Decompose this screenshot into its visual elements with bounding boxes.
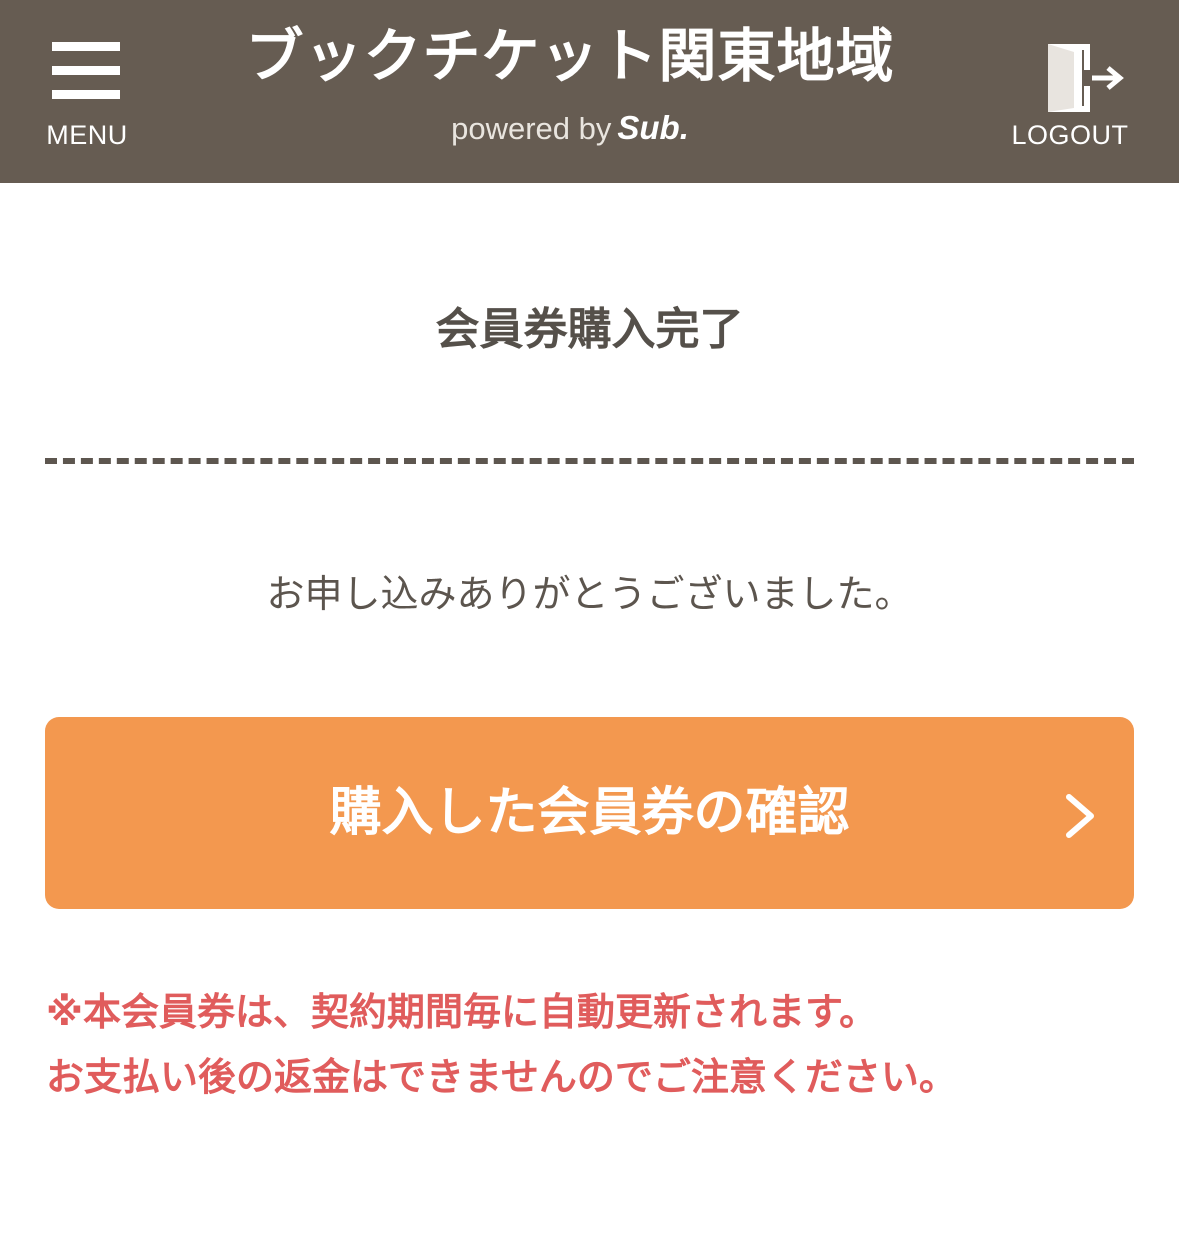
notice-line-renewal: ※本会員券は、契約期間毎に自動更新されます。 xyxy=(46,990,878,1034)
menu-label: MENU xyxy=(46,120,128,150)
logout-icon xyxy=(1048,44,1124,112)
hamburger-icon xyxy=(52,42,120,100)
dashed-divider xyxy=(45,458,1134,464)
notice-line-refund: お支払い後の返金はできませんのでご注意ください。 xyxy=(46,1055,957,1099)
chevron-right-icon xyxy=(1066,794,1094,838)
view-purchased-pass-label: 購入した会員券の確認 xyxy=(329,783,850,843)
logout-button[interactable]: LOGOUT xyxy=(1000,38,1140,156)
logout-label: LOGOUT xyxy=(1011,120,1129,150)
view-purchased-pass-button[interactable]: 購入した会員券の確認 xyxy=(45,717,1134,909)
page-title: 会員券購入完了 xyxy=(435,304,744,355)
powered-by-text: powered by xyxy=(451,111,612,146)
sub-logo: Sub. xyxy=(617,109,689,146)
site-title: ブックチケット関東地域 xyxy=(245,22,895,90)
menu-button[interactable]: MENU xyxy=(40,36,134,156)
thanks-message: お申し込みありがとうございました。 xyxy=(266,572,913,616)
auto-renewal-notice: ※本会員券は、契約期間毎に自動更新されます。 お支払い後の返金はできませんのでご… xyxy=(46,980,1146,1110)
powered-by: powered by Sub. xyxy=(380,108,760,149)
app-header: MENU ブックチケット関東地域 powered by Sub. LOGOUT xyxy=(0,0,1179,183)
